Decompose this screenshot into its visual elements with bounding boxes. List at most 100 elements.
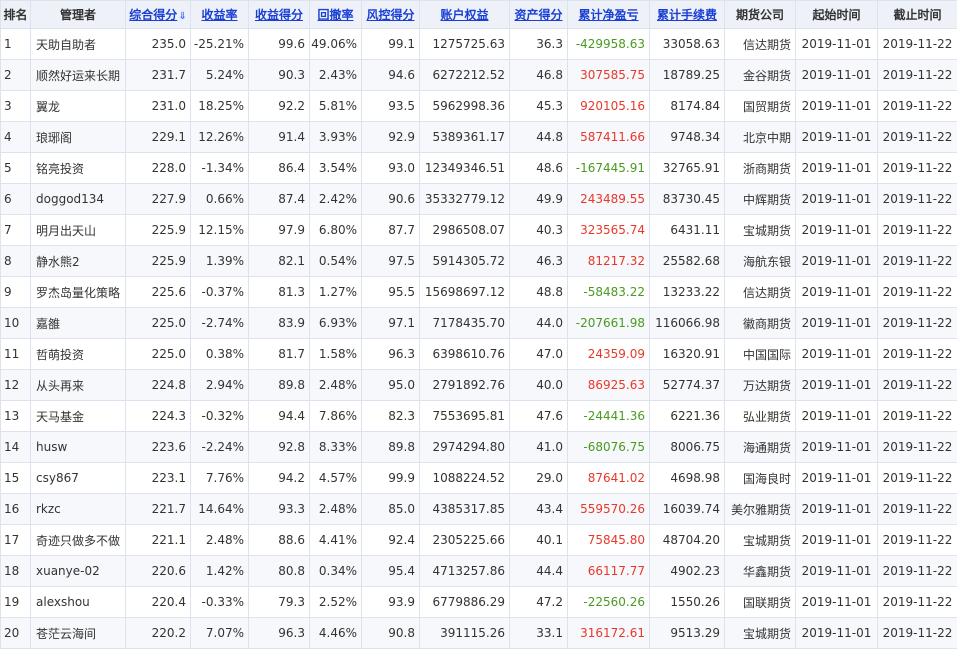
return-rate-cell: 18.25% xyxy=(191,91,249,122)
table-row: 14husw223.6-2.24%92.88.33%89.82974294.80… xyxy=(1,432,957,463)
end-time-cell: 2019-11-22 xyxy=(878,184,957,215)
equity-cell: 6779886.29 xyxy=(420,587,510,618)
cum-pnl-cell: -429958.63 xyxy=(568,29,650,60)
col-header-return-score[interactable]: 收益得分 xyxy=(249,1,310,29)
end-time-cell: 2019-11-22 xyxy=(878,153,957,184)
rank-cell: 5 xyxy=(1,153,31,184)
cum-fee-cell: 9513.29 xyxy=(650,618,725,649)
table-row: 9罗杰岛量化策略225.6-0.37%81.31.27%95.515698697… xyxy=(1,277,957,308)
return-rate-cell: -0.37% xyxy=(191,277,249,308)
asset-score-cell: 46.8 xyxy=(510,60,568,91)
drawdown-cell: 2.48% xyxy=(310,370,362,401)
end-time-cell: 2019-11-22 xyxy=(878,556,957,587)
score-cell: 223.1 xyxy=(126,463,191,494)
return-rate-cell: 2.94% xyxy=(191,370,249,401)
asset-score-cell: 48.6 xyxy=(510,153,568,184)
ranking-table: 排名 管理者 综合得分⇓ 收益率 收益得分 回撤率 风控得分 账户权益 资产得分… xyxy=(0,0,957,649)
cum-fee-cell: 6431.11 xyxy=(650,215,725,246)
end-time-cell: 2019-11-22 xyxy=(878,215,957,246)
rank-cell: 1 xyxy=(1,29,31,60)
end-time-cell: 2019-11-22 xyxy=(878,122,957,153)
cum-pnl-cell: -207661.98 xyxy=(568,308,650,339)
drawdown-cell: 49.06% xyxy=(310,29,362,60)
return-rate-cell: -2.74% xyxy=(191,308,249,339)
return-score-cell: 99.6 xyxy=(249,29,310,60)
risk-score-cell: 92.4 xyxy=(362,525,420,556)
cum-fee-cell: 33058.63 xyxy=(650,29,725,60)
drawdown-cell: 2.52% xyxy=(310,587,362,618)
col-header-asset-score[interactable]: 资产得分 xyxy=(510,1,568,29)
asset-score-cell: 47.2 xyxy=(510,587,568,618)
score-cell: 231.7 xyxy=(126,60,191,91)
start-time-cell: 2019-11-01 xyxy=(796,432,878,463)
col-header-return-rate[interactable]: 收益率 xyxy=(191,1,249,29)
cum-pnl-cell: 86925.63 xyxy=(568,370,650,401)
manager-cell: xuanye-02 xyxy=(31,556,126,587)
risk-score-cell: 97.1 xyxy=(362,308,420,339)
cum-pnl-cell: -167445.91 xyxy=(568,153,650,184)
broker-cell: 宝城期货 xyxy=(725,525,796,556)
cum-fee-cell: 9748.34 xyxy=(650,122,725,153)
cum-fee-cell: 6221.36 xyxy=(650,401,725,432)
broker-cell: 弘业期货 xyxy=(725,401,796,432)
broker-cell: 中辉期货 xyxy=(725,184,796,215)
score-cell: 224.8 xyxy=(126,370,191,401)
col-header-cum-pnl[interactable]: 累计净盈亏 xyxy=(568,1,650,29)
drawdown-cell: 3.54% xyxy=(310,153,362,184)
rank-cell: 16 xyxy=(1,494,31,525)
table-row: 1天助自助者235.0-25.21%99.649.06%99.11275725.… xyxy=(1,29,957,60)
broker-cell: 海航东银 xyxy=(725,246,796,277)
score-cell: 220.4 xyxy=(126,587,191,618)
return-rate-cell: 12.26% xyxy=(191,122,249,153)
broker-cell: 国联期货 xyxy=(725,587,796,618)
start-time-cell: 2019-11-01 xyxy=(796,370,878,401)
cum-pnl-cell: 81217.32 xyxy=(568,246,650,277)
cum-pnl-cell: -68076.75 xyxy=(568,432,650,463)
end-time-cell: 2019-11-22 xyxy=(878,246,957,277)
start-time-cell: 2019-11-01 xyxy=(796,494,878,525)
start-time-cell: 2019-11-01 xyxy=(796,556,878,587)
rank-cell: 6 xyxy=(1,184,31,215)
col-header-score[interactable]: 综合得分⇓ xyxy=(126,1,191,29)
score-cell: 221.7 xyxy=(126,494,191,525)
return-rate-cell: -1.34% xyxy=(191,153,249,184)
rank-cell: 20 xyxy=(1,618,31,649)
table-row: 10嘉雒225.0-2.74%83.96.93%97.17178435.7044… xyxy=(1,308,957,339)
equity-cell: 2986508.07 xyxy=(420,215,510,246)
manager-cell: 琅琊阁 xyxy=(31,122,126,153)
cum-fee-cell: 8174.84 xyxy=(650,91,725,122)
score-cell: 225.6 xyxy=(126,277,191,308)
equity-cell: 2791892.76 xyxy=(420,370,510,401)
return-rate-cell: 7.76% xyxy=(191,463,249,494)
cum-pnl-cell: -24441.36 xyxy=(568,401,650,432)
col-header-cum-fee[interactable]: 累计手续费 xyxy=(650,1,725,29)
rank-cell: 13 xyxy=(1,401,31,432)
col-header-risk-score[interactable]: 风控得分 xyxy=(362,1,420,29)
manager-cell: 铭亮投资 xyxy=(31,153,126,184)
col-header-equity[interactable]: 账户权益 xyxy=(420,1,510,29)
end-time-cell: 2019-11-22 xyxy=(878,370,957,401)
return-score-cell: 91.4 xyxy=(249,122,310,153)
end-time-cell: 2019-11-22 xyxy=(878,308,957,339)
asset-score-cell: 40.3 xyxy=(510,215,568,246)
risk-score-cell: 95.0 xyxy=(362,370,420,401)
cum-fee-cell: 13233.22 xyxy=(650,277,725,308)
manager-cell: doggod134 xyxy=(31,184,126,215)
return-rate-cell: -2.24% xyxy=(191,432,249,463)
equity-cell: 12349346.51 xyxy=(420,153,510,184)
end-time-cell: 2019-11-22 xyxy=(878,91,957,122)
return-score-cell: 97.9 xyxy=(249,215,310,246)
cum-pnl-cell: 559570.26 xyxy=(568,494,650,525)
score-cell: 228.0 xyxy=(126,153,191,184)
equity-cell: 1275725.63 xyxy=(420,29,510,60)
manager-cell: 苍茫云海间 xyxy=(31,618,126,649)
table-row: 16rkzc221.714.64%93.32.48%85.04385317.85… xyxy=(1,494,957,525)
manager-cell: 嘉雒 xyxy=(31,308,126,339)
asset-score-cell: 33.1 xyxy=(510,618,568,649)
manager-cell: 哲萌投资 xyxy=(31,339,126,370)
rank-cell: 18 xyxy=(1,556,31,587)
col-header-drawdown[interactable]: 回撤率 xyxy=(310,1,362,29)
manager-cell: 明月出天山 xyxy=(31,215,126,246)
drawdown-cell: 4.46% xyxy=(310,618,362,649)
asset-score-cell: 46.3 xyxy=(510,246,568,277)
